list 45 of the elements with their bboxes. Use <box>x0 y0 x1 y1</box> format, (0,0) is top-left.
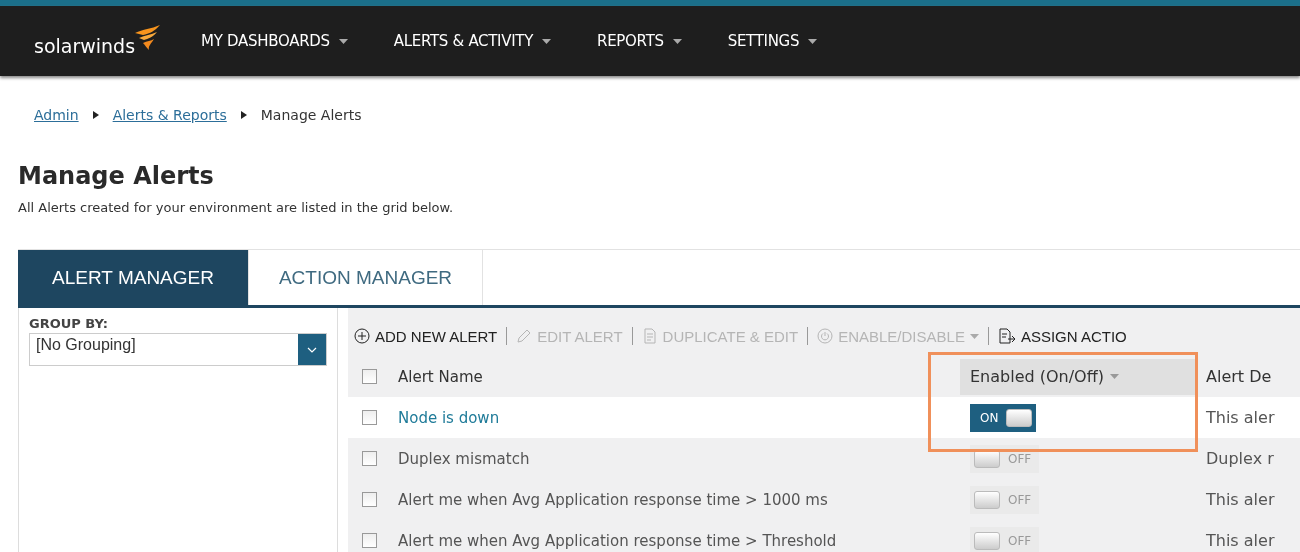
caret-icon <box>808 38 818 44</box>
alert-name-link[interactable]: Node is down <box>390 408 960 427</box>
breadcrumb-arrow-icon <box>240 111 247 119</box>
solarwinds-logo[interactable]: solarwinds <box>34 25 162 57</box>
breadcrumb-link[interactable]: Alerts & Reports <box>112 107 227 123</box>
tab[interactable]: ALERT MANAGER <box>18 250 249 305</box>
caret-icon <box>542 38 552 44</box>
table-cell-text: This aler <box>1205 408 1276 427</box>
alert-name-link[interactable]: Alert me when Avg Application response time > 1000 ms <box>390 490 960 509</box>
document-arrow-icon <box>997 328 1016 344</box>
checkbox[interactable] <box>361 492 377 507</box>
alert-name-link[interactable]: Alert me when Avg Application response time > Threshold <box>390 531 960 550</box>
checkbox[interactable] <box>361 410 377 425</box>
table-cell-text: This aler <box>1205 531 1276 550</box>
column-header[interactable]: Alert Name <box>390 367 960 386</box>
nav-menu[interactable]: SETTINGS <box>727 32 818 50</box>
checkbox[interactable] <box>361 533 377 548</box>
on-off-toggle[interactable]: ON <box>970 403 1037 432</box>
breadcrumb-arrow-icon <box>92 111 99 119</box>
group-by-label: GROUP BY: <box>29 316 110 331</box>
column-header[interactable]: Enabled (On/Off) <box>960 358 1198 395</box>
page-subtitle: All Alerts created for your environment are listed in the grid below. <box>18 200 455 215</box>
column-header[interactable]: Alert De <box>1198 367 1300 386</box>
chevron-down-icon <box>298 334 326 365</box>
document-icon <box>641 328 658 344</box>
toolbar-button[interactable]: ADD NEW ALERT <box>354 327 498 345</box>
breadcrumb-current: Manage Alerts <box>260 107 362 123</box>
checkbox[interactable] <box>361 451 377 466</box>
tab[interactable]: ACTION MANAGER <box>249 250 483 305</box>
breadcrumb-link[interactable]: Admin <box>34 107 79 123</box>
pencil-icon <box>516 328 533 344</box>
nav-menu[interactable]: ALERTS & ACTIVITY <box>393 32 552 50</box>
checkbox[interactable] <box>361 369 377 384</box>
group-by-dropdown[interactable]: [No Grouping] <box>29 333 327 366</box>
caret-icon <box>672 38 682 44</box>
alert-name-link[interactable]: Duplex mismatch <box>390 449 960 468</box>
nav-menu[interactable]: REPORTS <box>597 32 682 50</box>
toolbar-button[interactable]: ASSIGN ACTIO <box>997 327 1127 345</box>
table-cell-text: This aler <box>1205 490 1276 509</box>
plus-circle-icon <box>354 328 370 344</box>
table-cell-text: Duplex r <box>1205 449 1275 468</box>
nav-menu[interactable]: MY DASHBOARDS <box>201 32 348 50</box>
caret-icon <box>338 38 348 44</box>
page-title: Manage Alerts <box>18 162 215 190</box>
power-icon <box>817 328 834 344</box>
